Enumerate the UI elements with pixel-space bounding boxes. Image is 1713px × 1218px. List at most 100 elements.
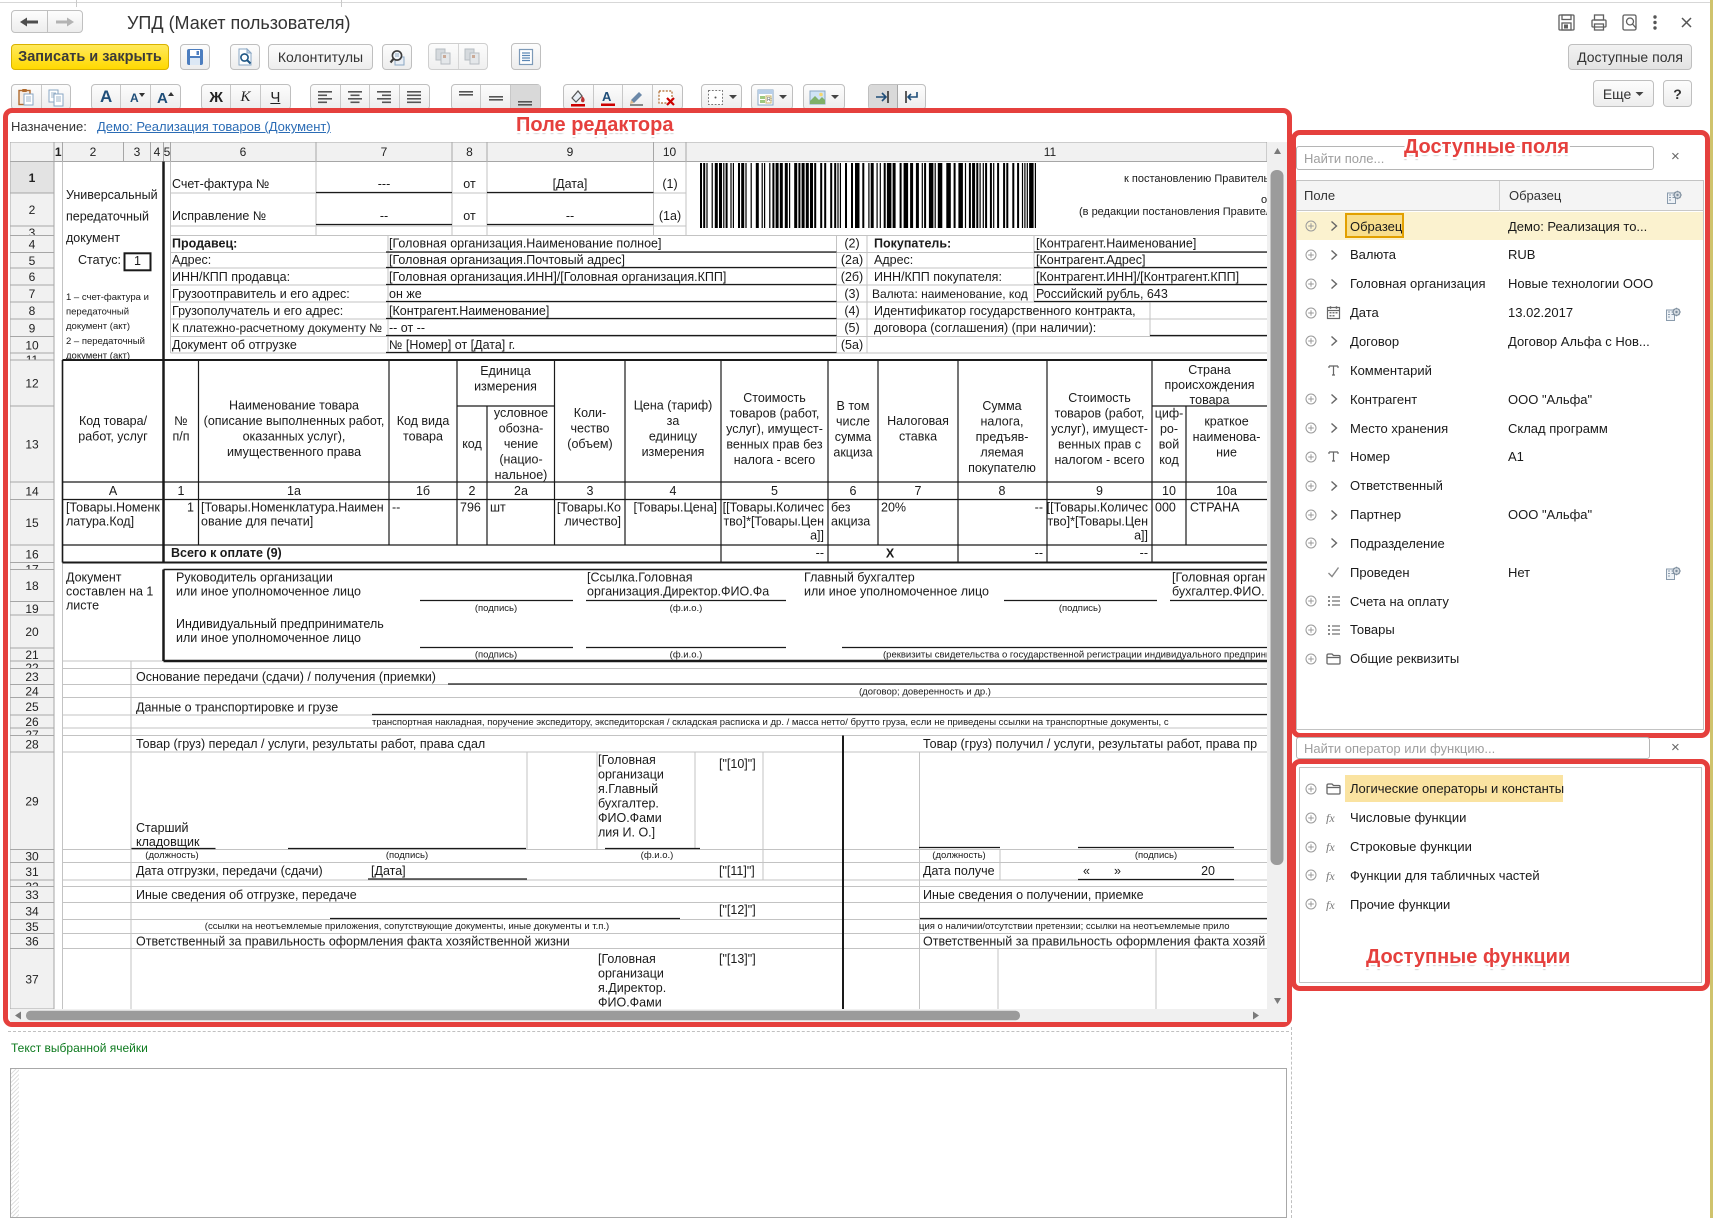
svg-text:(должность): (должность) [145,850,198,861]
svg-text:10: 10 [25,338,39,352]
svg-text:[[Товары.Количес: [[Товары.Количес [723,501,824,515]
svg-text:21: 21 [25,648,39,662]
svg-text:A: A [602,89,612,104]
svg-text:Главный бухгалтер: Главный бухгалтер [804,571,915,585]
svg-text:оказанных услуг),: оказанных услуг), [243,430,346,444]
svg-text:Ответственный за правильность: Ответственный за правильность оформления… [136,935,570,949]
svg-text:[Товары.Цена]: [Товары.Цена] [634,501,717,515]
svg-text:fx: fx [1326,869,1335,882]
svg-text:»: » [1114,864,1121,878]
svg-text:10: 10 [1162,484,1176,498]
svg-text:4: 4 [154,145,161,159]
svg-text:1: 1 [29,171,36,185]
svg-text:[Товары.Номенклатура.Наимен: [Товары.Номенклатура.Наимен [201,501,384,515]
svg-text:чество: чество [571,422,610,436]
svg-text:измерения: измерения [474,380,537,394]
svg-text:35: 35 [25,920,39,934]
svg-text:(5): (5) [844,321,859,335]
svg-text:X: X [886,547,895,561]
svg-text:Идентификатор государственного: Идентификатор государственного контракта… [874,304,1136,318]
svg-text:предъяв-: предъяв- [976,430,1029,444]
svg-text:13: 13 [25,438,39,452]
svg-text:28: 28 [25,737,39,751]
svg-text:10: 10 [663,145,677,159]
svg-text:20%: 20% [881,501,906,515]
svg-text:2: 2 [469,484,476,498]
svg-text:покупателю: покупателю [968,461,1036,475]
svg-text:я.Главный: я.Главный [598,782,658,796]
svg-text:ИНН/КПП покупателя:: ИНН/КПП покупателя: [874,270,1002,284]
svg-text:организаци: организаци [598,768,664,782]
svg-text:[Ссылка.Головная: [Ссылка.Головная [587,571,692,585]
svg-text:или иное уполномоченное лицо: или иное уполномоченное лицо [176,631,361,645]
svg-text:документ (акт): документ (акт) [66,321,130,332]
svg-text:Ответственный за правильность: Ответственный за правильность оформления… [923,935,1265,949]
svg-text:(2а): (2а) [841,253,863,267]
svg-text:29: 29 [25,794,39,808]
svg-text:4: 4 [670,484,677,498]
svg-text:Покупатель:: Покупатель: [874,237,951,251]
svg-text:№ [Номер] от [Дата] г.: № [Номер] от [Дата] г. [389,338,515,352]
svg-text:передаточный: передаточный [66,307,129,318]
svg-text:4: 4 [29,238,36,252]
svg-text:акциза: акциза [833,446,872,460]
svg-text:3: 3 [134,145,141,159]
svg-text:о: о [1261,194,1267,206]
svg-text:--: -- [380,209,388,223]
svg-text:В том: В том [837,399,870,413]
svg-text:составлен на 1: составлен на 1 [66,585,153,599]
svg-text:[Товары.Номенк: [Товары.Номенк [66,501,160,515]
svg-text:A: A [130,91,139,105]
svg-text:fx: fx [1326,898,1335,911]
svg-text:1: 1 [187,501,194,515]
svg-text:Товар (груз) получил / услуги,: Товар (груз) получил / услуги, результат… [923,737,1257,751]
svg-text:23: 23 [25,670,39,684]
svg-text:(договор; доверенность и др.): (договор; доверенность и др.) [859,687,991,698]
svg-text:к постановлению Правительс: к постановлению Правительс [1124,173,1275,185]
svg-text:«: « [1083,864,1090,878]
svg-text:Адрес:: Адрес: [874,253,913,267]
svg-text:акциза: акциза [831,515,870,529]
svg-text:тво]*[Товары.Цен: тво]*[Товары.Цен [1047,515,1148,529]
svg-text:[Головная орган: [Головная орган [1172,571,1265,585]
svg-text:Коли-: Коли- [574,406,606,420]
svg-text:--: -- [1140,546,1148,560]
svg-text:Валюта: наименование, код: Валюта: наименование, код [872,287,1028,301]
svg-text:7: 7 [29,287,36,301]
svg-text:Иные сведения о получении, при: Иные сведения о получении, приемке [923,888,1144,902]
svg-text:(должность): (должность) [932,850,985,861]
svg-text:налога - всего: налога - всего [734,453,816,467]
svg-text:бухгалтер.: бухгалтер. [598,797,659,811]
svg-text:1: 1 [178,484,185,498]
svg-text:5: 5 [771,484,778,498]
svg-text:или иное уполномоченное лицо: или иное уполномоченное лицо [804,585,989,599]
svg-text:Наименование товара: Наименование товара [229,399,359,413]
svg-text:12: 12 [25,377,39,391]
svg-text:ро-: ро- [1160,422,1178,436]
svg-text:п/п: п/п [172,430,189,444]
svg-text:от: от [463,209,476,223]
svg-text:fx: fx [1326,811,1335,824]
svg-text:товара: товара [1190,393,1230,407]
svg-text:14: 14 [25,484,39,498]
svg-text:31: 31 [25,865,39,879]
svg-text:6: 6 [240,145,247,159]
svg-text:24: 24 [25,685,39,699]
svg-text:Сумма: Сумма [982,399,1021,413]
svg-text:Основание передачи (сдачи) / п: Основание передачи (сдачи) / получения (… [136,670,436,684]
svg-text:2а: 2а [514,484,528,498]
svg-text:услуг), имущест-: услуг), имущест- [726,422,823,436]
svg-text:нальное): нальное) [495,468,548,482]
svg-text:СТРАНА: СТРАНА [1190,501,1240,515]
svg-text:кладовщик: кладовщик [136,835,200,849]
svg-text:Статус:: Статус: [78,253,121,267]
svg-text:краткое: краткое [1204,415,1248,429]
svg-text:Грузоотправитель и его адрес:: Грузоотправитель и его адрес: [172,287,350,301]
svg-text:листе: листе [66,599,99,613]
svg-text:---: --- [378,177,391,191]
svg-text:1: 1 [55,145,62,159]
svg-text:000: 000 [1155,501,1176,515]
svg-text:Российский рубль, 643: Российский рубль, 643 [1036,287,1168,301]
svg-text:Данные о транспортировке и гру: Данные о транспортировке и грузе [136,701,338,715]
svg-text:(нацио-: (нацио- [499,453,542,467]
